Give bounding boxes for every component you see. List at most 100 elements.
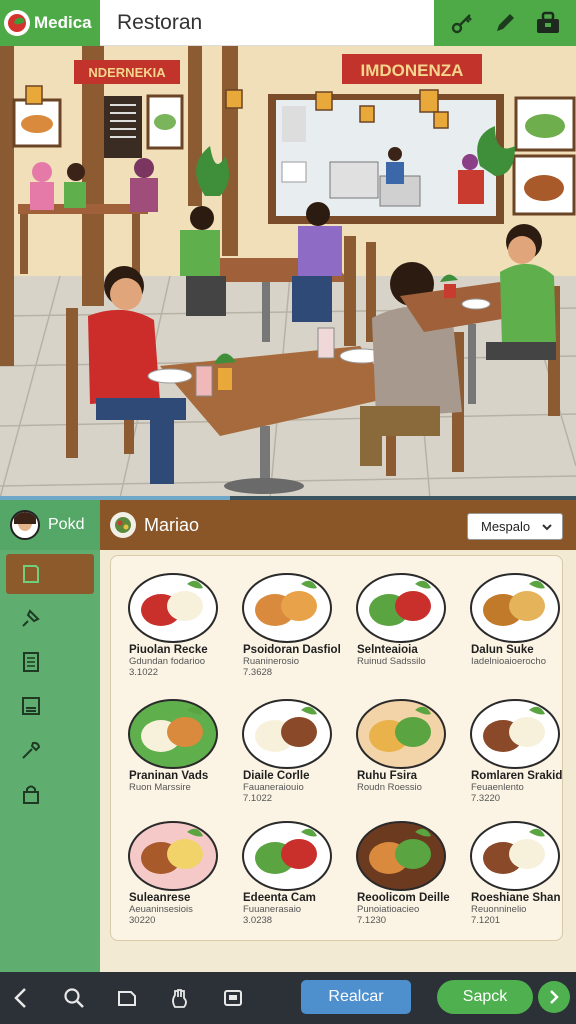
- tag-icon[interactable]: [114, 985, 140, 1011]
- search-icon[interactable]: [61, 985, 87, 1011]
- menu-item-price: 30220: [129, 915, 156, 926]
- card-icon[interactable]: [220, 985, 246, 1011]
- menu-item-name: Edeenta Cam: [243, 892, 316, 904]
- menu-item-desc: Feuaenlento: [471, 782, 524, 793]
- profile[interactable]: Pokd: [0, 500, 100, 550]
- menu-item-desc: Fuuanerasaio: [243, 904, 302, 915]
- menu-item-price: 3.0238: [243, 915, 273, 926]
- pin-icon: [22, 609, 40, 627]
- menu-item-price: 7.3220: [471, 793, 501, 804]
- sidebar-item-book[interactable]: [6, 554, 94, 594]
- hand-icon[interactable]: [167, 985, 193, 1011]
- menu-item-name: Ruhu Fsira: [357, 770, 418, 782]
- menu-item-desc: Ruon Marssire: [129, 782, 191, 793]
- menu-item-price: 7.3628: [243, 667, 273, 678]
- profile-name: Pokd: [48, 516, 85, 533]
- dish-image: [242, 573, 332, 643]
- back-icon[interactable]: [8, 985, 34, 1011]
- sidebar-item-pin[interactable]: [6, 598, 94, 638]
- tomato-logo-icon: [4, 10, 30, 36]
- menu-item-desc: Ruinud Sadssilo: [357, 656, 426, 667]
- top-bar: Medica Restoran: [0, 0, 576, 46]
- content-title: Mariao: [144, 514, 200, 535]
- menu-item[interactable]: Romlaren Srakid Feuaenlento 7.3220: [461, 690, 573, 804]
- dish-image: [128, 821, 218, 891]
- menu-item-name: Dalun Suke: [471, 644, 534, 656]
- sidebar: Pokd: [0, 500, 100, 972]
- menu-item-price: 3.1022: [129, 667, 159, 678]
- menu-item-desc: Punoiatioacieo: [357, 904, 420, 915]
- menu-item-name: Roeshiane Shan: [471, 892, 561, 904]
- menu-item-desc: Roudn Roessio: [357, 782, 422, 793]
- menu-item[interactable]: Selnteaioia Ruinud Sadssilo: [347, 564, 459, 667]
- menu-item[interactable]: Edeenta Cam Fuuanerasaio 3.0238: [233, 812, 345, 926]
- menu-item-name: Piuolan Recke: [129, 644, 208, 656]
- book-icon: [23, 565, 39, 583]
- next-button[interactable]: [538, 981, 570, 1013]
- dish-image: [470, 573, 560, 643]
- menu-item[interactable]: Dalun Suke Iadelnioaioerocho: [461, 564, 573, 667]
- document-icon: [23, 652, 39, 672]
- avatar: [10, 510, 40, 540]
- dish-image: [128, 573, 218, 643]
- dish-image: [470, 699, 560, 769]
- menu-item-desc: Reuonninelio: [471, 904, 527, 915]
- dropdown-value: Mespalo: [481, 519, 531, 534]
- scene-sign-right: IMDONENZA: [361, 61, 464, 80]
- menu-item[interactable]: Suleanrese Aeuaninsesiois 30220: [119, 812, 231, 926]
- menu-item-name: Romlaren Srakid: [471, 770, 563, 782]
- menu-item-price: 7.1022: [243, 793, 273, 804]
- menu-item[interactable]: Piuolan Recke Gdundan fodarioo 3.1022: [119, 564, 231, 678]
- chevron-down-icon: [542, 524, 552, 531]
- menu-item-name: Praninan Vads: [129, 770, 209, 782]
- menu-item-price: 7.1201: [471, 915, 501, 926]
- menu-item-name: Selnteaioia: [357, 644, 418, 656]
- dish-image: [128, 699, 218, 769]
- content-header: Mariao Mespalo: [100, 500, 576, 550]
- menu-item-name: Diaile Corlle: [243, 770, 310, 782]
- dish-image: [356, 573, 446, 643]
- secondary-button[interactable]: Sapck: [437, 980, 533, 1014]
- menu-item[interactable]: Praninan Vads Ruon Marssire: [119, 690, 231, 793]
- sidebar-item-document[interactable]: [6, 642, 94, 682]
- menu-card: Piuolan Recke Gdundan fodarioo 3.1022 Psoid…: [110, 555, 563, 941]
- toolbox-icon[interactable]: [535, 10, 561, 36]
- lock-icon: [23, 785, 39, 804]
- menu-item[interactable]: Reoolicom Deille Punoiatioacieo 7.1230: [347, 812, 459, 926]
- food-bowl-icon: [110, 512, 136, 538]
- app-name: Medica: [34, 13, 92, 32]
- dish-image: [356, 699, 446, 769]
- menu-item-desc: Iadelnioaioerocho: [471, 656, 547, 667]
- wrench-icon: [22, 741, 41, 759]
- menu-item-desc: Fauaneraiouio: [243, 782, 304, 793]
- menu-item[interactable]: Roeshiane Shan Reuonninelio 7.1201: [461, 812, 573, 926]
- menu-item[interactable]: Diaile Corlle Fauaneraiouio 7.1022: [233, 690, 345, 804]
- dish-image: [470, 821, 560, 891]
- dish-image: [356, 821, 446, 891]
- menu-item-name: Reoolicom Deille: [357, 892, 450, 904]
- menu-item[interactable]: Ruhu Fsira Roudn Roessio: [347, 690, 459, 793]
- menu-item-name: Suleanrese: [129, 892, 191, 904]
- pen-icon[interactable]: [492, 10, 518, 36]
- search-input[interactable]: Restoran: [100, 0, 434, 46]
- key-icon[interactable]: [449, 10, 475, 36]
- restaurant-illustration: NDERNEKIA IMDONENZA: [0, 46, 576, 498]
- sidebar-item-lock[interactable]: [6, 774, 94, 814]
- scene-sign-left: NDERNEKIA: [88, 65, 166, 80]
- bottom-bar: Realcar Sapck: [0, 972, 576, 1024]
- category-dropdown[interactable]: Mespalo: [467, 513, 563, 540]
- menu-item-desc: Ruaninerosio: [243, 656, 299, 667]
- toolbar: [434, 0, 576, 46]
- menu-item-price: 7.1230: [357, 915, 387, 926]
- archive-icon: [22, 697, 40, 715]
- dish-image: [242, 821, 332, 891]
- sidebar-item-archive[interactable]: [6, 686, 94, 726]
- menu-item[interactable]: Psoidoran Dasfiol Ruaninerosio 7.3628: [233, 564, 345, 678]
- primary-button[interactable]: Realcar: [301, 980, 411, 1014]
- menu-item-desc: Aeuaninsesiois: [129, 904, 193, 915]
- app-brand[interactable]: Medica: [0, 0, 100, 46]
- menu-item-name: Psoidoran Dasfiol: [243, 644, 341, 656]
- menu-grid: Piuolan Recke Gdundan fodarioo 3.1022 Psoid…: [111, 556, 562, 940]
- chevron-right-icon: [550, 990, 559, 1004]
- sidebar-item-wrench[interactable]: [6, 730, 94, 770]
